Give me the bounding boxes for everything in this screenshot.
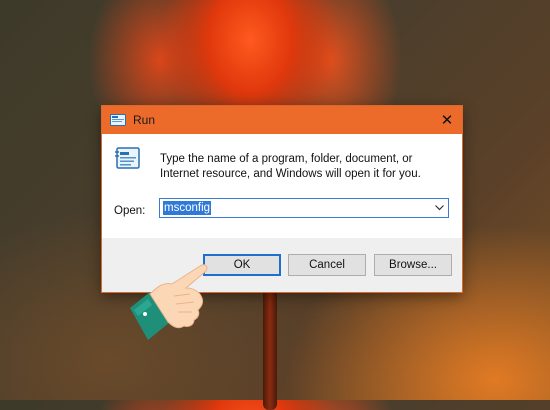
dropdown-arrow-icon[interactable] [432, 199, 446, 217]
title-bar[interactable]: Run ✕ [102, 106, 462, 134]
cancel-button[interactable]: Cancel [288, 254, 366, 276]
open-combobox[interactable]: msconfig [159, 198, 449, 218]
instruction-text: Type the name of a program, folder, docu… [160, 153, 421, 180]
run-app-icon [114, 146, 142, 172]
dialog-body: Type the name of a program, folder, docu… [102, 134, 462, 238]
open-input-value[interactable]: msconfig [163, 201, 212, 215]
close-icon[interactable]: ✕ [432, 106, 462, 134]
flower-stem [263, 280, 277, 410]
run-title-icon [110, 114, 126, 126]
pointing-hand-icon [128, 256, 228, 346]
browse-button[interactable]: Browse... [374, 254, 452, 276]
open-label: Open: [114, 205, 146, 217]
window-title: Run [133, 113, 156, 127]
